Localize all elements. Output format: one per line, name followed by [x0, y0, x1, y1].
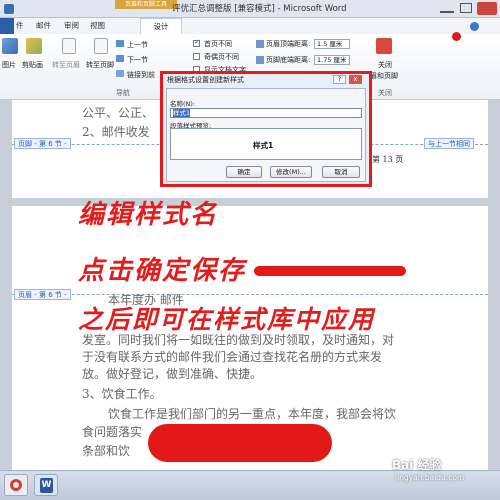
- odd-even-checkbox[interactable]: [193, 53, 200, 60]
- dialog-help-button[interactable]: ?: [333, 75, 346, 84]
- app-swirl-icon: [10, 479, 22, 491]
- odd-even-label[interactable]: 奇偶页不同: [204, 52, 239, 62]
- taskbar-app-button[interactable]: [4, 474, 28, 496]
- annotation-apply-in-gallery: 之后即可在样式库中应用: [78, 305, 376, 334]
- doc-line-1: 公平、公正、: [82, 106, 155, 120]
- taskbar-word-button[interactable]: W: [34, 474, 58, 496]
- goto-header-icon[interactable]: [62, 38, 76, 54]
- red-redaction-blob: [148, 424, 332, 462]
- doc-para-2-line-2: 食问题落实: [82, 425, 143, 439]
- style-name-label: 名称(N):: [170, 100, 196, 108]
- doc-item-3: 3、饮食工作。: [82, 387, 162, 401]
- word-icon: W: [40, 478, 53, 493]
- tab-view[interactable]: 视图: [90, 18, 105, 34]
- doc-para-2: 饮食工作是我们部门的另一重点，本年度，我部会将饮: [108, 407, 397, 421]
- doc-line-2: 2、邮件收发: [82, 125, 150, 139]
- tab-file-rest[interactable]: 件: [16, 18, 24, 34]
- cancel-button[interactable]: 取消: [322, 166, 360, 178]
- first-page-checkbox[interactable]: [193, 38, 200, 47]
- clipart-icon[interactable]: [26, 38, 42, 54]
- page-number: 第 13 页: [372, 155, 404, 164]
- same-as-previous-tag: 与上一节相同: [424, 138, 474, 149]
- prev-section-icon[interactable]: [116, 40, 124, 47]
- footer-bottom-icon: [256, 56, 264, 64]
- annotation-click-ok-save: 点击确定保存: [78, 256, 247, 286]
- footer-tag: 页脚 - 第 6 节 -: [14, 138, 71, 149]
- style-name-input[interactable]: 样式1: [170, 108, 362, 118]
- header-top-label: 页眉顶端距离:: [266, 40, 311, 48]
- dialog-close-button[interactable]: x: [349, 75, 362, 84]
- goto-footer-label[interactable]: 转至页脚: [86, 60, 114, 70]
- ok-button[interactable]: 确定: [226, 166, 262, 178]
- annotation-edit-style-name: 编辑样式名: [78, 200, 219, 230]
- goto-header-label[interactable]: 转至页眉: [52, 60, 80, 70]
- close-group-label: 关闭: [378, 89, 392, 97]
- maximize-button[interactable]: [460, 3, 472, 13]
- style-preview-text: 样式1: [253, 141, 274, 150]
- close-window-button[interactable]: [477, 2, 497, 15]
- window-title: 评优汇总调整版 [兼容模式] - Microsoft Word: [172, 4, 347, 14]
- link-previous-icon[interactable]: [116, 70, 124, 77]
- help-icon[interactable]: [470, 22, 479, 31]
- header-top-spinner[interactable]: 1.5 厘米: [314, 39, 350, 49]
- picture-label[interactable]: 图片: [2, 60, 16, 70]
- watermark-brand: Bai 经验: [392, 458, 442, 472]
- header-top-icon: [256, 40, 264, 48]
- close-header-footer-icon[interactable]: [376, 38, 392, 54]
- tab-review[interactable]: 审阅: [64, 18, 79, 34]
- link-previous-label[interactable]: 链接到前: [127, 70, 155, 80]
- modify-button[interactable]: 修改(M)...: [270, 166, 312, 178]
- next-section-label[interactable]: 下一节: [127, 55, 148, 65]
- footer-bottom-label: 页脚底端距离:: [266, 56, 311, 64]
- header-divider: [12, 294, 488, 295]
- doc-para-2-line-3: 条部和饮: [82, 444, 131, 458]
- clipart-label[interactable]: 剪贴画: [22, 60, 43, 70]
- watermark-url: jingyan.baidu.com: [395, 473, 465, 482]
- file-tab[interactable]: [0, 18, 14, 34]
- close-header-footer-label[interactable]: 关闭: [378, 60, 392, 70]
- next-section-icon[interactable]: [116, 55, 124, 62]
- header-tag: 页眉 - 第 6 节 -: [14, 289, 71, 300]
- context-tab-header-footer-tools: 页眉和页脚工具: [115, 0, 177, 9]
- prev-section-label[interactable]: 上一节: [127, 40, 148, 50]
- goto-footer-icon[interactable]: [94, 38, 108, 54]
- first-page-label[interactable]: 首页不同: [204, 39, 232, 49]
- doc-para-1-line-4: 放。做好登记，做到准确、快捷。: [82, 367, 263, 381]
- red-dot-marker: [452, 32, 461, 41]
- tab-design[interactable]: 设计: [140, 18, 182, 35]
- style-name-value: 样式1: [173, 109, 191, 117]
- doc-para-1-line-3: 于没有联系方式的邮件我们会通过查找花名册的方式来发: [82, 350, 383, 364]
- nav-group-label: 导航: [116, 89, 130, 97]
- footer-bottom-spinner[interactable]: 1.75 厘米: [314, 55, 350, 65]
- picture-icon[interactable]: [2, 38, 18, 54]
- dialog-title: 根据格式设置创建新样式: [167, 76, 244, 84]
- tab-mailings[interactable]: 邮件: [36, 18, 51, 34]
- save-icon[interactable]: [4, 4, 14, 14]
- close-header-footer-sublabel[interactable]: 眉和页脚: [370, 71, 398, 81]
- minimize-button[interactable]: [440, 3, 454, 13]
- red-underline-stroke: [254, 266, 406, 276]
